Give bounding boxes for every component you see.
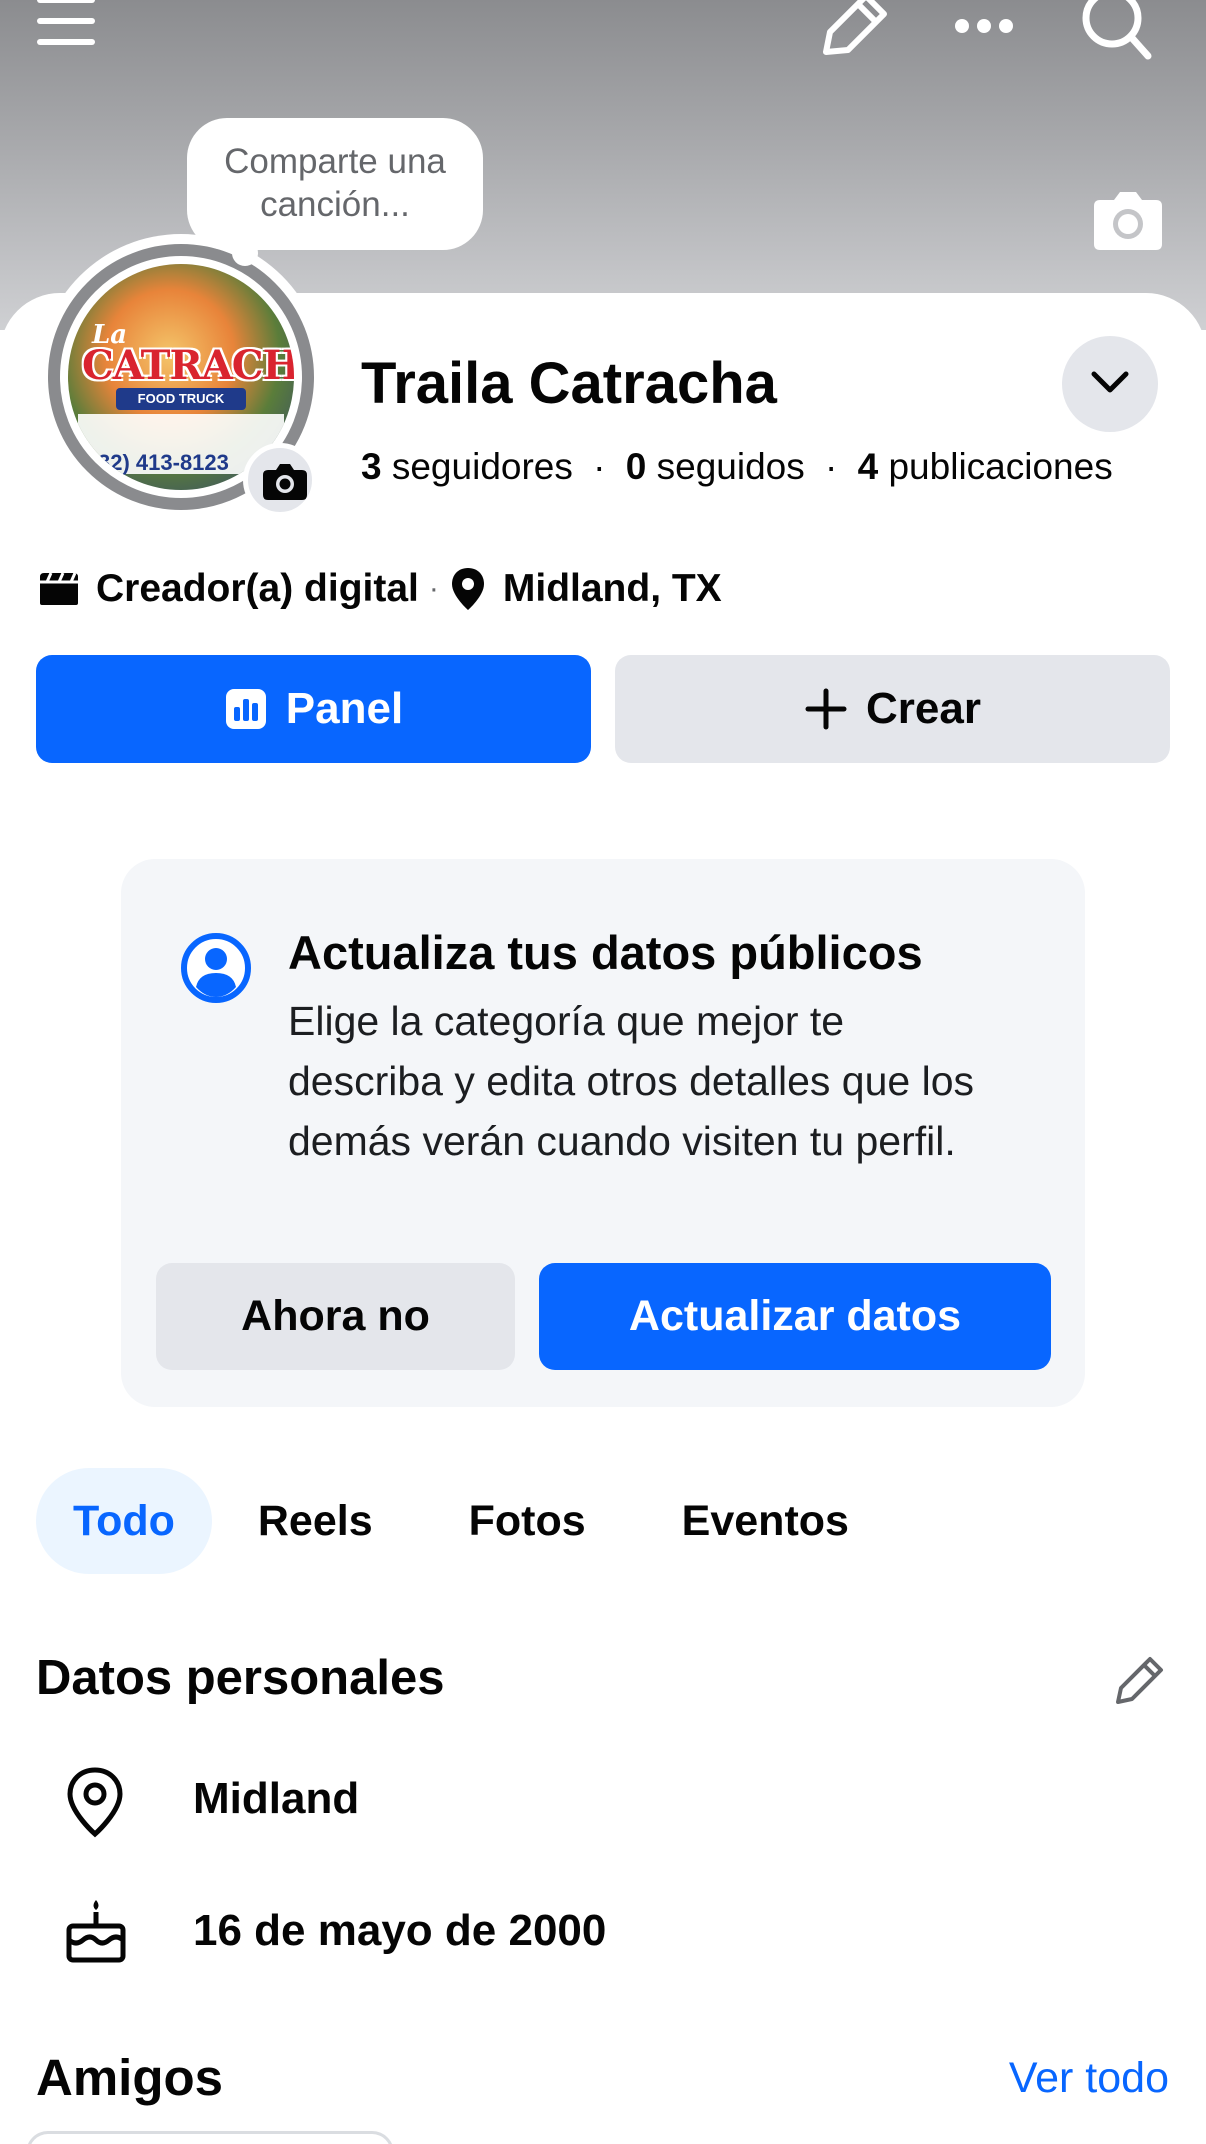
profile-tabs: Todo Reels Fotos Eventos xyxy=(36,1468,897,1574)
personal-data-title: Datos personales xyxy=(36,1651,445,1705)
followers-count[interactable]: 3 xyxy=(361,446,382,487)
birthday-cake-icon xyxy=(64,1898,128,1969)
update-data-button[interactable]: Actualizar datos xyxy=(539,1263,1051,1370)
see-all-friends-link[interactable]: Ver todo xyxy=(1009,2054,1169,2103)
update-public-data-card: Actualiza tus datos públicos Elige la ca… xyxy=(121,859,1085,1407)
bubble-tail xyxy=(232,240,258,266)
friend-card[interactable] xyxy=(26,2131,394,2144)
tab-reels[interactable]: Reels xyxy=(236,1468,395,1574)
camera-icon xyxy=(263,464,307,500)
notice-body: Elige la categoría que mejor te describa… xyxy=(288,998,975,1164)
separator-dot: · xyxy=(593,446,606,487)
tab-eventos[interactable]: Eventos xyxy=(658,1468,873,1574)
user-circle-icon xyxy=(179,931,253,1010)
logo-phone: 32) 413-8123 xyxy=(98,450,229,475)
chevron-down-icon xyxy=(1091,371,1129,393)
song-bubble[interactable]: Comparte una canción... xyxy=(187,118,483,250)
location-row xyxy=(64,1766,126,1843)
separator-dot: · xyxy=(825,446,838,487)
search-icon[interactable] xyxy=(1080,0,1152,62)
menu-icon[interactable] xyxy=(36,0,98,52)
following-count[interactable]: 0 xyxy=(626,446,647,487)
panel-button[interactable]: Panel xyxy=(36,655,591,763)
pencil-icon[interactable] xyxy=(1112,1652,1168,1713)
panel-button-label: Panel xyxy=(285,684,404,733)
avatar-camera-button[interactable] xyxy=(243,443,317,517)
location-pin-icon xyxy=(64,1766,126,1843)
friends-title: Amigos xyxy=(36,2049,224,2106)
tab-fotos[interactable]: Fotos xyxy=(445,1468,610,1574)
followers-label[interactable]: seguidores xyxy=(392,446,573,487)
tab-todo[interactable]: Todo xyxy=(36,1468,212,1574)
create-button[interactable]: Crear xyxy=(615,655,1170,763)
following-label[interactable]: seguidos xyxy=(657,446,805,487)
personal-city: Midland xyxy=(193,1774,360,1823)
plus-icon xyxy=(805,688,847,730)
logo-subtitle: FOOD TRUCK xyxy=(116,388,246,410)
pencil-icon[interactable] xyxy=(818,0,888,58)
location-pin-icon xyxy=(449,566,487,612)
profile-location: Midland, TX xyxy=(502,567,722,610)
profile-stats: 3 seguidores · 0 seguidos · 4 publicacio… xyxy=(361,446,1113,488)
profile-meta: Creador(a) digital · Midland, TX xyxy=(36,566,722,612)
separator-dot: · xyxy=(428,572,439,605)
personal-birthday: 16 de mayo de 2000 xyxy=(193,1906,607,1955)
posts-label: publicaciones xyxy=(888,446,1113,487)
camera-icon[interactable] xyxy=(1092,190,1164,250)
create-button-label: Crear xyxy=(866,684,981,733)
profile-category: Creador(a) digital xyxy=(96,567,419,610)
birthday-row xyxy=(64,1898,128,1969)
notice-title: Actualiza tus datos públicos xyxy=(288,926,923,979)
profile-name: Traila Catracha xyxy=(361,351,777,416)
clapperboard-icon xyxy=(36,571,82,607)
profile-options-button[interactable] xyxy=(1062,336,1158,432)
song-bubble-text: Comparte una canción... xyxy=(224,142,446,224)
chart-icon xyxy=(225,689,266,729)
more-icon[interactable] xyxy=(954,16,1014,36)
logo-name: CATRACHA xyxy=(82,342,294,389)
not-now-button[interactable]: Ahora no xyxy=(156,1263,515,1370)
posts-count: 4 xyxy=(857,446,879,487)
